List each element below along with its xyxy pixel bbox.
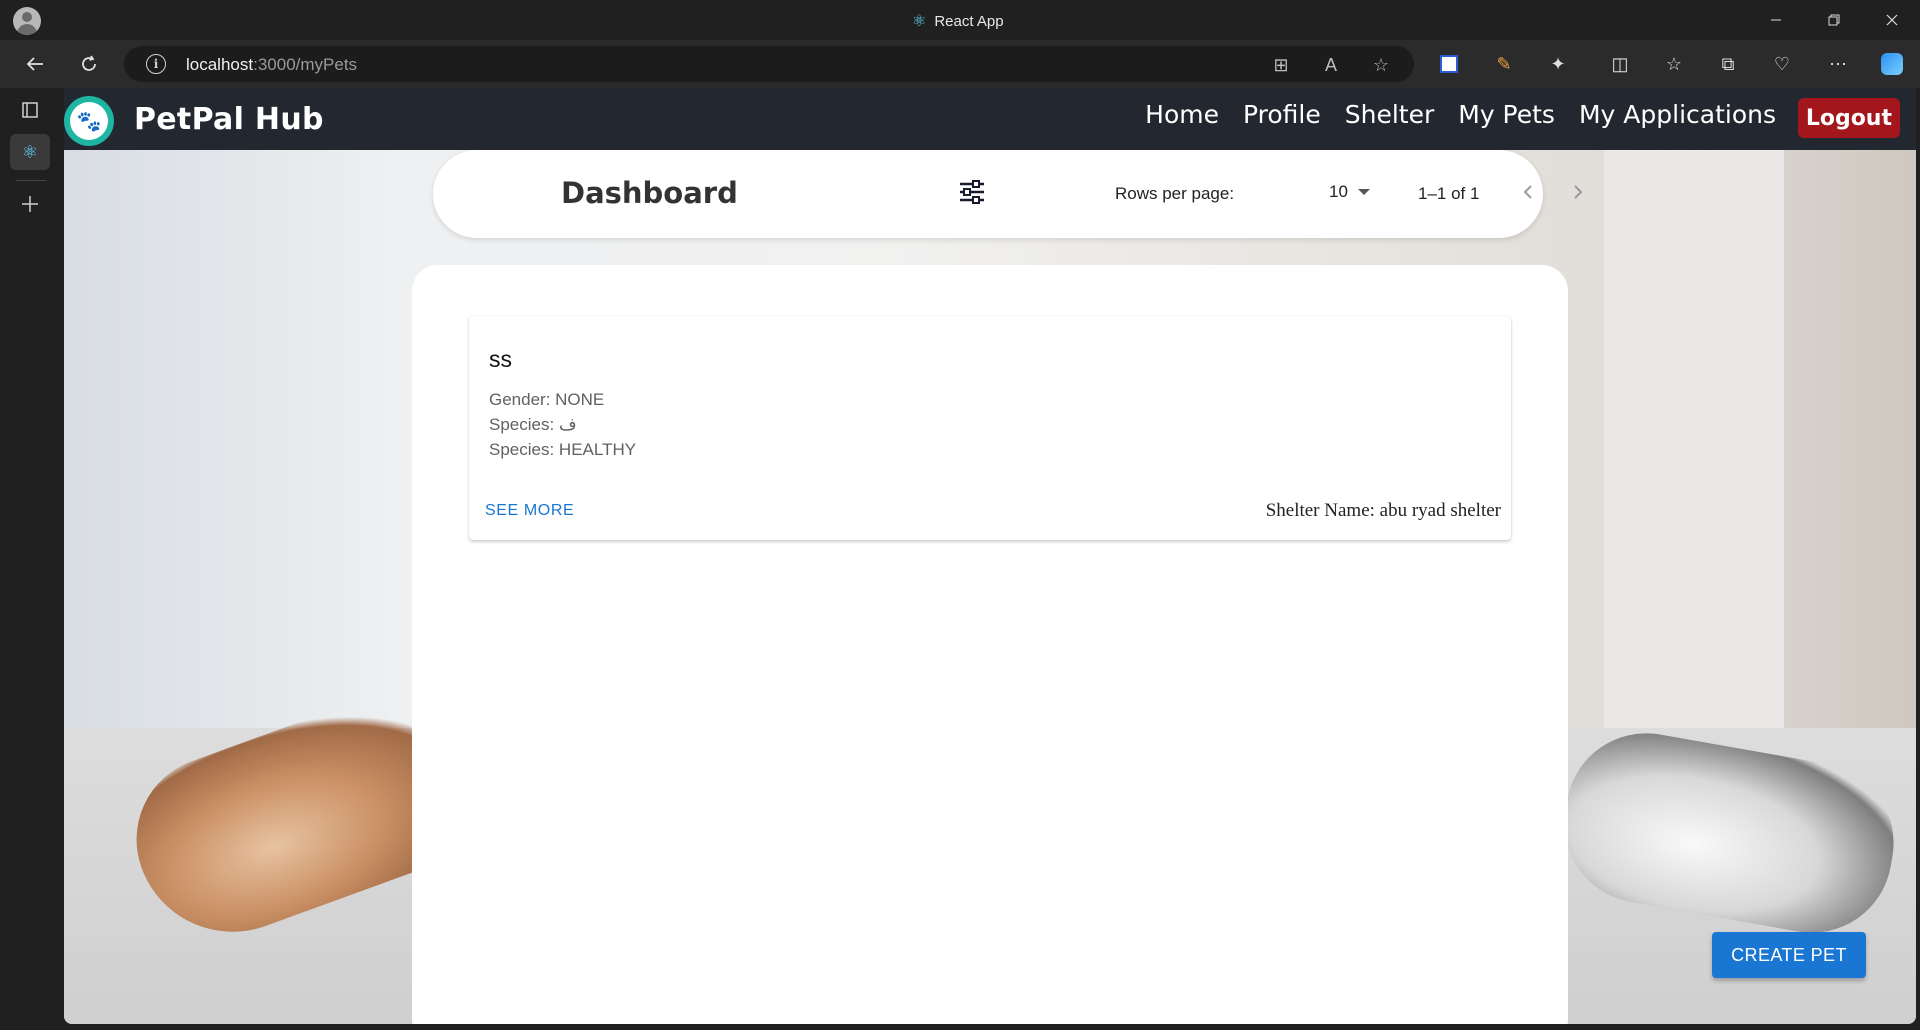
pet-species: Species: ف xyxy=(489,415,577,434)
app-available-icon[interactable]: ⊞ xyxy=(1270,54,1292,76)
nav-my-pets[interactable]: My Pets xyxy=(1458,100,1555,129)
back-button[interactable] xyxy=(20,50,50,78)
favorites-icon[interactable]: ☆ xyxy=(1662,52,1686,76)
browser-essentials-icon[interactable]: ♡ xyxy=(1770,52,1794,76)
close-window-button[interactable] xyxy=(1869,4,1915,36)
split-screen-icon[interactable]: ◫ xyxy=(1608,52,1632,76)
extension-icon-1[interactable] xyxy=(1437,52,1461,76)
window-title: ⚛ React App xyxy=(912,11,1004,31)
minimize-icon xyxy=(1771,19,1781,21)
rows-per-page-value: 10 xyxy=(1329,182,1348,201)
create-pet-button[interactable]: CREATE PET xyxy=(1712,932,1866,978)
rows-per-page-label: Rows per page: xyxy=(1115,184,1235,203)
tab-actions-glyph xyxy=(22,102,38,118)
copilot-icon[interactable] xyxy=(1880,52,1904,76)
tab-react-app[interactable]: ⚛ xyxy=(10,134,50,170)
address-bar[interactable]: i localhost:3000/myPets ⊞ A ☆ xyxy=(124,46,1414,82)
refresh-icon xyxy=(82,55,96,71)
read-aloud-icon[interactable]: A xyxy=(1320,54,1342,76)
tab-title: React App xyxy=(934,12,1004,30)
logout-button[interactable]: Logout xyxy=(1797,98,1900,138)
app-header: 🐾 PetPal Hub Home Profile Shelter My Pet… xyxy=(64,88,1916,150)
new-tab-button[interactable] xyxy=(10,186,50,222)
rows-per-page-select[interactable]: 10 xyxy=(1329,182,1370,202)
dashboard-bar: Dashboard Rows per page: 10 1–1 of 1 xyxy=(433,150,1583,238)
react-tab-icon: ⚛ xyxy=(21,141,39,162)
brand-name[interactable]: PetPal Hub xyxy=(134,102,324,137)
more-options-icon[interactable]: ⋯ xyxy=(1826,52,1850,76)
minimize-button[interactable] xyxy=(1753,4,1799,36)
see-more-button[interactable]: SEE MORE xyxy=(485,502,574,520)
extension-icon-2[interactable]: ✎ xyxy=(1492,52,1516,76)
react-icon: ⚛ xyxy=(912,13,927,30)
next-page-button[interactable] xyxy=(1564,178,1592,206)
previous-page-button[interactable] xyxy=(1514,178,1542,206)
browser-title-bar: ⚛ React App xyxy=(0,0,1920,40)
petpal-logo[interactable]: 🐾 xyxy=(64,96,114,146)
chevron-right-icon xyxy=(1574,185,1583,199)
main-nav: Home Profile Shelter My Pets My Applicat… xyxy=(1145,100,1776,129)
nav-shelter[interactable]: Shelter xyxy=(1345,100,1435,129)
filter-sliders-icon[interactable] xyxy=(958,180,986,204)
pet-gender: Gender: NONE xyxy=(489,390,605,409)
close-icon xyxy=(1886,14,1898,26)
nav-home[interactable]: Home xyxy=(1145,100,1219,129)
chevron-left-icon xyxy=(1523,185,1532,199)
refresh-button[interactable] xyxy=(74,50,104,78)
extensions-puzzle-icon[interactable]: ✦ xyxy=(1546,52,1570,76)
page-viewport: 🐾 PetPal Hub Home Profile Shelter My Pet… xyxy=(64,88,1916,1024)
favorite-star-icon[interactable]: ☆ xyxy=(1370,54,1392,76)
profile-avatar[interactable] xyxy=(13,7,41,35)
restore-icon xyxy=(1828,14,1840,26)
site-info-icon[interactable]: i xyxy=(146,54,166,74)
plus-icon xyxy=(22,196,38,212)
background-door xyxy=(1604,118,1784,758)
dropdown-caret-icon xyxy=(1357,189,1370,195)
nav-profile[interactable]: Profile xyxy=(1243,100,1321,129)
browser-sidebar: ⚛ xyxy=(0,88,62,1030)
nav-my-applications[interactable]: My Applications xyxy=(1579,100,1776,129)
pet-card: ss Gender: NONE Species: ف Species: HEAL… xyxy=(469,316,1511,540)
pet-shelter-name: Shelter Name: abu ryad shelter xyxy=(1265,500,1501,521)
pagination-range: 1–1 of 1 xyxy=(1418,184,1480,203)
paw-house-icon: 🐾 xyxy=(70,102,108,140)
pet-name: ss xyxy=(489,346,512,372)
dashboard-title: Dashboard xyxy=(561,176,738,210)
browser-toolbar: i localhost:3000/myPets ⊞ A ☆ ✎ ✦ ◫ ☆ ⧉ … xyxy=(0,40,1920,88)
collections-icon[interactable]: ⧉ xyxy=(1716,52,1740,76)
pet-health: Species: HEALTHY xyxy=(489,440,637,459)
sidebar-divider xyxy=(16,180,46,181)
back-arrow-icon xyxy=(26,57,43,71)
tab-actions-icon[interactable] xyxy=(10,92,50,128)
restore-button[interactable] xyxy=(1811,4,1857,36)
url-text[interactable]: localhost:3000/myPets xyxy=(186,55,357,75)
pets-panel: ss Gender: NONE Species: ف Species: HEAL… xyxy=(412,265,1568,1024)
